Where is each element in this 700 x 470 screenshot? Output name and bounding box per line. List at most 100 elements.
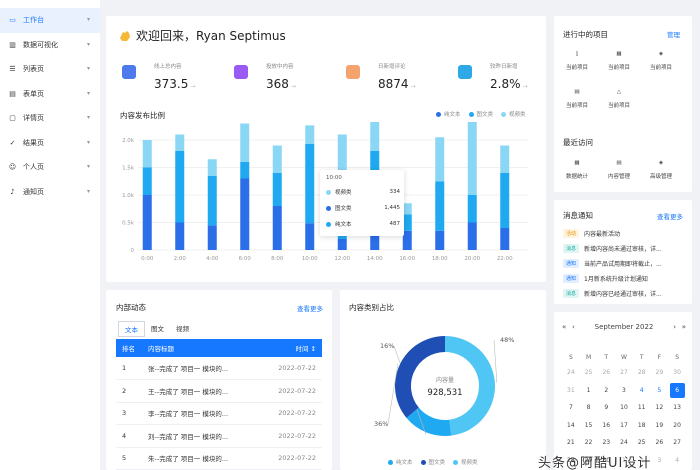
project-item[interactable]: ▯ 当前项目 (560, 48, 594, 71)
project-item[interactable]: ▤ 当前项目 (560, 86, 594, 109)
sidebar-item[interactable]: ☰ 列表页 ▾ (0, 57, 100, 82)
message-item[interactable]: 消息 新增内容已经通过审核，详... (563, 289, 662, 298)
recent-item[interactable]: ▦ 数据统计 (560, 157, 594, 180)
sidebar-item[interactable]: ▢ 详情页 ▾ (0, 106, 100, 131)
calendar-day[interactable]: 9 (597, 399, 615, 417)
bar-图文类[interactable] (500, 173, 510, 228)
table-row[interactable]: 2 王--完成了 项目一 模块的... 2022-07-22 (116, 379, 322, 403)
calendar-day[interactable]: 7 (562, 399, 580, 417)
table-row[interactable]: 1 张--完成了 项目一 模块的... 2022-07-22 (116, 357, 322, 380)
calendar-day[interactable]: 1 (580, 382, 598, 400)
bar-视频类[interactable] (142, 140, 152, 168)
donut-slice[interactable] (445, 336, 495, 436)
message-item[interactable]: 消息 新增内容尚未通过审核，详... (563, 244, 662, 253)
calendar-day[interactable]: 28 (633, 364, 651, 382)
calendar-day[interactable]: 25 (633, 434, 651, 452)
bar-视频类[interactable] (435, 137, 445, 182)
calendar-day[interactable]: 29 (651, 364, 669, 382)
news-more-link[interactable]: 查看更多 (297, 303, 323, 313)
next-year-icon[interactable]: » (676, 323, 686, 331)
calendar-day[interactable]: 4 (668, 452, 686, 470)
news-tab[interactable]: 视频 (170, 321, 195, 337)
calendar-day[interactable]: 10 (615, 399, 633, 417)
calendar-day[interactable]: 16 (597, 417, 615, 435)
bar-纯文本[interactable] (207, 225, 217, 250)
next-month-icon[interactable]: › (666, 323, 676, 331)
table-row[interactable]: 3 李--完成了 项目一 模块的... 2022-07-22 (116, 402, 322, 425)
bar-图文类[interactable] (467, 195, 477, 223)
calendar-day[interactable]: 8 (580, 399, 598, 417)
bar-视频类[interactable] (175, 134, 185, 152)
news-tab[interactable]: 图文 (145, 321, 170, 337)
calendar-day[interactable]: 13 (668, 399, 686, 417)
project-item[interactable]: ◈ 当前项目 (644, 48, 678, 71)
bar-纯文本[interactable] (435, 230, 445, 250)
calendar-day[interactable]: 22 (580, 434, 598, 452)
calendar-day[interactable]: 26 (597, 364, 615, 382)
calendar-day[interactable]: 19 (651, 417, 669, 435)
calendar-day[interactable]: 24 (615, 434, 633, 452)
bar-纯文本[interactable] (272, 206, 282, 250)
calendar-day[interactable]: 31 (562, 382, 580, 400)
sidebar-item[interactable]: ▤ 表单页 ▾ (0, 82, 100, 107)
bar-图文类[interactable] (207, 175, 217, 226)
calendar-day[interactable]: 3 (615, 382, 633, 400)
sidebar-item[interactable]: ☺ 个人页 ▾ (0, 155, 100, 180)
message-item[interactable]: 活动 内容最新活动 (563, 229, 620, 238)
recent-item[interactable]: ◈ 高级管理 (644, 157, 678, 180)
projects-manage-link[interactable]: 管理 (667, 29, 680, 39)
bar-图文类[interactable] (175, 151, 185, 223)
message-item[interactable]: 通知 1月新系统升级计划通知 (563, 274, 648, 283)
bar-纯文本[interactable] (175, 222, 185, 251)
calendar-day[interactable]: 17 (615, 417, 633, 435)
bar-纯文本[interactable] (240, 178, 250, 251)
sidebar-item[interactable]: ✓ 结果页 ▾ (0, 131, 100, 156)
calendar-day[interactable]: 2 (597, 382, 615, 400)
bar-视频类[interactable] (467, 122, 477, 195)
sidebar-item[interactable]: ▭ 工作台 ▾ (0, 8, 100, 33)
bar-图文类[interactable] (402, 214, 412, 231)
bar-纯文本[interactable] (467, 222, 477, 251)
bar-纯文本[interactable] (305, 223, 315, 250)
calendar-day[interactable]: 30 (668, 364, 686, 382)
bar-图文类[interactable] (272, 173, 282, 206)
calendar-day[interactable]: 6 (668, 382, 686, 400)
bar-视频类[interactable] (305, 125, 315, 144)
bar-视频类[interactable] (402, 203, 412, 215)
bar-纯文本[interactable] (500, 228, 510, 250)
calendar-day[interactable]: 27 (668, 434, 686, 452)
messages-more-link[interactable]: 查看更多 (657, 211, 683, 221)
news-tab[interactable]: 文本 (118, 321, 145, 337)
bar-图文类[interactable] (305, 143, 315, 224)
recent-item[interactable]: ▤ 内容管理 (602, 157, 636, 180)
project-item[interactable]: ▦ 当前项目 (602, 48, 636, 71)
project-item[interactable]: △ 当前项目 (602, 86, 636, 109)
bar-视频类[interactable] (207, 159, 217, 176)
calendar-day[interactable]: 18 (633, 417, 651, 435)
bar-图文类[interactable] (142, 167, 152, 196)
bar-视频类[interactable] (240, 123, 250, 163)
bar-图文类[interactable] (240, 162, 250, 179)
calendar-day[interactable]: 15 (580, 417, 598, 435)
sidebar-item[interactable]: ♪ 通知页 ▾ (0, 180, 100, 205)
bar-视频类[interactable] (370, 122, 380, 151)
message-item[interactable]: 通知 当前产品试用期即将截止，... (563, 259, 662, 268)
calendar-day[interactable]: 12 (651, 399, 669, 417)
bar-图文类[interactable] (435, 181, 445, 231)
table-row[interactable]: 4 刘--完成了 项目一 模块的... 2022-07-22 (116, 424, 322, 448)
calendar-day[interactable]: 27 (615, 364, 633, 382)
calendar-day[interactable]: 25 (580, 364, 598, 382)
calendar-day[interactable]: 14 (562, 417, 580, 435)
calendar-day[interactable]: 4 (633, 382, 651, 400)
bar-纯文本[interactable] (402, 230, 412, 250)
bar-纯文本[interactable] (142, 195, 152, 250)
calendar-day[interactable]: 21 (562, 434, 580, 452)
table-row[interactable]: 5 朱--完成了 项目一 模块的... 2022-07-22 (116, 447, 322, 470)
col-time[interactable]: 时间 ↕ (258, 339, 322, 357)
bar-纯文本[interactable] (337, 239, 347, 250)
sidebar-item[interactable]: ▥ 数据可视化 ▾ (0, 33, 100, 58)
calendar-day[interactable]: 3 (651, 452, 669, 470)
bar-视频类[interactable] (500, 145, 510, 174)
calendar-day[interactable]: 26 (651, 434, 669, 452)
calendar-day[interactable]: 24 (562, 364, 580, 382)
